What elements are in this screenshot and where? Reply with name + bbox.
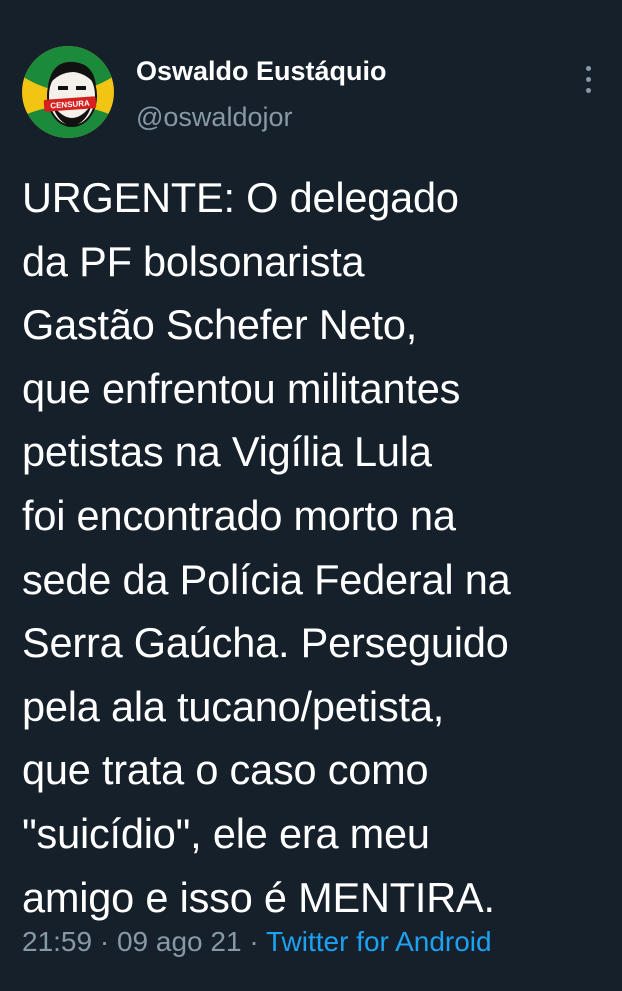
tweet-header: CENSURA Oswaldo Eustáquio @oswaldojor bbox=[22, 46, 602, 138]
meta-separator: · bbox=[99, 926, 110, 957]
author-name[interactable]: Oswaldo Eustáquio bbox=[136, 56, 387, 87]
tweet-text: URGENTE: O delegado da PF bolsonarista G… bbox=[22, 174, 511, 921]
avatar-image: CENSURA bbox=[22, 46, 114, 138]
vertical-ellipsis-icon bbox=[586, 66, 591, 71]
meta-separator: · bbox=[249, 926, 259, 957]
tweet-meta: 21:59 · 09 ago 21 · Twitter for Android bbox=[22, 926, 492, 958]
tweet-date[interactable]: 09 ago 21 bbox=[117, 926, 242, 957]
tweet-time[interactable]: 21:59 bbox=[22, 926, 92, 957]
tweet-card: CENSURA Oswaldo Eustáquio @oswaldojor UR… bbox=[0, 0, 622, 991]
more-options-button[interactable] bbox=[578, 64, 598, 100]
avatar[interactable]: CENSURA bbox=[22, 46, 114, 138]
tweet-source-link[interactable]: Twitter for Android bbox=[266, 926, 492, 957]
vertical-ellipsis-icon bbox=[586, 88, 591, 93]
vertical-ellipsis-icon bbox=[586, 77, 591, 82]
author-handle[interactable]: @oswaldojor bbox=[136, 102, 292, 133]
